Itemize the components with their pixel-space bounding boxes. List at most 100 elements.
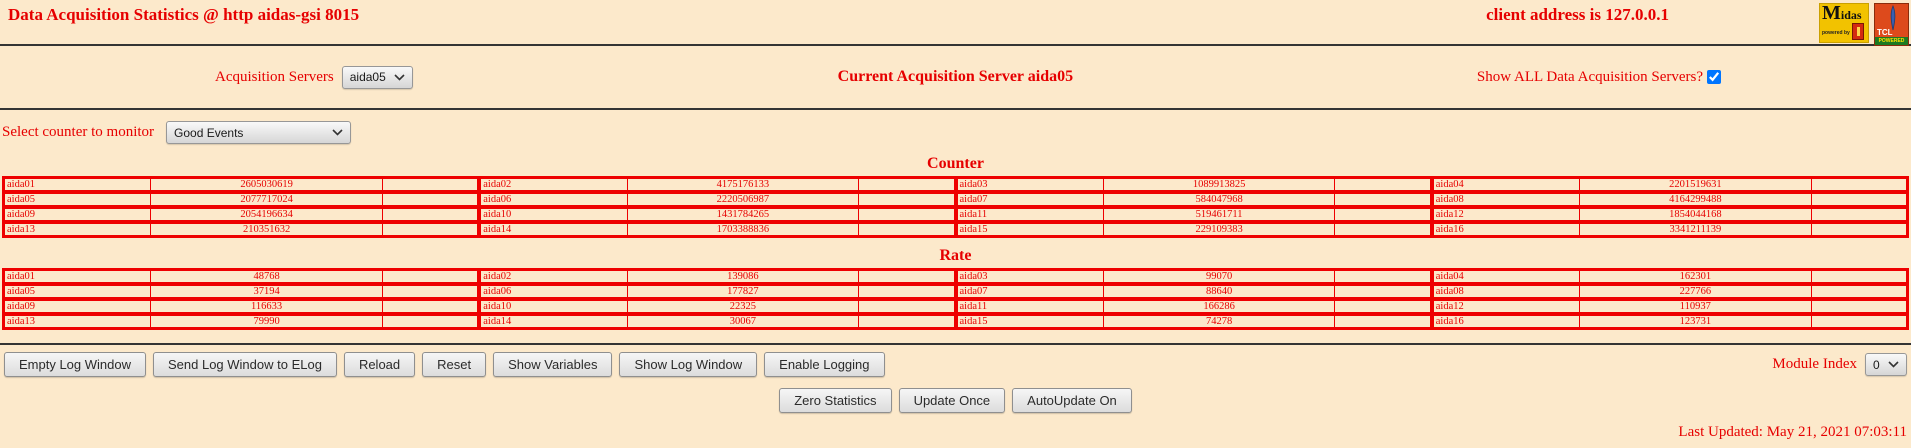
rate-entry: aida11 166286	[955, 299, 1432, 314]
server-name: aida05	[5, 194, 152, 205]
enable-logging-button[interactable]: Enable Logging	[764, 352, 885, 377]
server-name: aida02	[481, 271, 628, 282]
rate-entry: aida04 162301	[1431, 269, 1908, 284]
server-name: aida10	[481, 301, 628, 312]
counter-monitor-label: Select counter to monitor	[2, 124, 155, 140]
header: Data Acquisition Statistics @ http aidas…	[0, 0, 1911, 46]
spacer-cell	[1335, 271, 1429, 282]
spacer-cell	[1812, 286, 1906, 297]
rate-value: 37194	[151, 286, 383, 297]
update-once-button[interactable]: Update Once	[898, 388, 1006, 413]
counter-entry: aida03 1089913825	[955, 177, 1432, 192]
show-variables-button[interactable]: Show Variables	[493, 352, 613, 377]
counter-value: 4175176133	[628, 179, 860, 190]
rate-entry: aida16 123731	[1431, 314, 1908, 329]
midas-badge-icon	[1852, 23, 1864, 40]
server-name: aida04	[1434, 179, 1581, 190]
counter-entry: aida02 4175176133	[479, 177, 956, 192]
counter-value: 2077717024	[151, 194, 383, 205]
counter-value: 519461711	[1104, 209, 1336, 220]
rate-entry: aida02 139086	[479, 269, 956, 284]
server-name: aida16	[1434, 316, 1581, 327]
server-name: aida06	[481, 194, 628, 205]
counter-monitor-select[interactable]: Good Events	[166, 121, 352, 144]
spacer-cell	[383, 179, 477, 190]
midas-powered-by-text: powered by	[1822, 30, 1850, 36]
server-name: aida10	[481, 209, 628, 220]
rate-value: 162301	[1580, 271, 1812, 282]
rate-value: 30067	[628, 316, 860, 327]
rate-value: 166286	[1104, 301, 1336, 312]
acquisition-server-select[interactable]: aida05	[341, 65, 413, 89]
counter-value: 1431784265	[628, 209, 860, 220]
rate-entry: aida15 74278	[955, 314, 1432, 329]
spacer-cell	[1812, 271, 1906, 282]
counter-entry: aida06 2220506987	[479, 192, 956, 207]
server-name: aida08	[1434, 194, 1581, 205]
counter-entry: aida05 2077717024	[3, 192, 480, 207]
rate-table-title: Rate	[939, 247, 972, 264]
spacer-cell	[859, 179, 953, 190]
module-index-select[interactable]: 0	[1865, 353, 1907, 376]
spacer-cell	[1812, 179, 1906, 190]
server-name: aida16	[1434, 224, 1581, 235]
tcl-powered-logo[interactable]: TCL POWERED	[1874, 3, 1909, 46]
actions-row: Zero Statistics Update Once AutoUpdate O…	[0, 388, 1911, 413]
server-name: aida03	[958, 271, 1104, 282]
rate-value: 139086	[628, 271, 860, 282]
counter-table-section: Counter aida01 2605030619 aida02 4175176133…	[0, 155, 1911, 238]
logos: Midas powered by TCL POWERED	[1819, 3, 1909, 46]
midas-logo[interactable]: Midas powered by	[1819, 3, 1869, 43]
tcl-powered-text: POWERED	[1875, 37, 1908, 45]
autoupdate-on-button[interactable]: AutoUpdate On	[1012, 388, 1132, 413]
server-name: aida01	[5, 179, 152, 190]
counter-value: 1089913825	[1104, 179, 1336, 190]
server-name: aida07	[958, 286, 1104, 297]
chevron-down-icon	[332, 129, 343, 136]
counter-entry: aida15 229109383	[955, 222, 1432, 237]
counter-value: 4164299488	[1580, 194, 1812, 205]
server-name: aida09	[5, 301, 152, 312]
server-name: aida07	[958, 194, 1104, 205]
zero-statistics-button[interactable]: Zero Statistics	[779, 388, 892, 413]
send-log-window-to-elog-button[interactable]: Send Log Window to ELog	[153, 352, 337, 377]
rate-value: 88640	[1104, 286, 1336, 297]
server-name: aida01	[5, 271, 152, 282]
rate-table: aida01 48768 aida02 139086 aida03 99070 aida04…	[2, 268, 1909, 330]
server-name: aida02	[481, 179, 628, 190]
server-name: aida05	[5, 286, 152, 297]
rate-entry: aida03 99070	[955, 269, 1432, 284]
spacer-cell	[859, 286, 953, 297]
counter-value: 1703388836	[628, 224, 860, 235]
empty-log-window-button[interactable]: Empty Log Window	[4, 352, 146, 377]
server-name: aida14	[481, 224, 628, 235]
rate-entry: aida06 177827	[479, 284, 956, 299]
spacer-cell	[859, 224, 953, 235]
counter-value: 2220506987	[628, 194, 860, 205]
counter-monitor-row: Select counter to monitor Good Events	[0, 110, 1911, 146]
rate-table-section: Rate aida01 48768 aida02 139086 aida03 99070 a…	[0, 247, 1911, 330]
server-name: aida14	[481, 316, 628, 327]
show-all-servers-checkbox[interactable]	[1707, 70, 1721, 85]
counter-value: 1854044168	[1580, 209, 1812, 220]
show-log-window-button[interactable]: Show Log Window	[619, 352, 758, 377]
reset-button[interactable]: Reset	[422, 352, 487, 377]
spacer-cell	[1335, 194, 1429, 205]
spacer-cell	[383, 209, 477, 220]
spacer-cell	[1812, 301, 1906, 312]
toolbar: Empty Log Window Send Log Window to ELog…	[0, 345, 1911, 383]
counter-entry: aida04 2201519631	[1431, 177, 1908, 192]
rate-entry: aida10 22325	[479, 299, 956, 314]
server-name: aida12	[1434, 209, 1581, 220]
counter-value: 229109383	[1104, 224, 1336, 235]
spacer-cell	[1335, 316, 1429, 327]
counter-value: 2605030619	[151, 179, 383, 190]
rate-value: 227766	[1580, 286, 1812, 297]
server-name: aida09	[5, 209, 152, 220]
counter-entry: aida14 1703388836	[479, 222, 956, 237]
current-server-text: Current Acquisition Server aida05	[837, 68, 1074, 85]
spacer-cell	[383, 194, 477, 205]
reload-button[interactable]: Reload	[343, 352, 416, 377]
rate-entry: aida14 30067	[479, 314, 956, 329]
server-name: aida15	[958, 224, 1104, 235]
